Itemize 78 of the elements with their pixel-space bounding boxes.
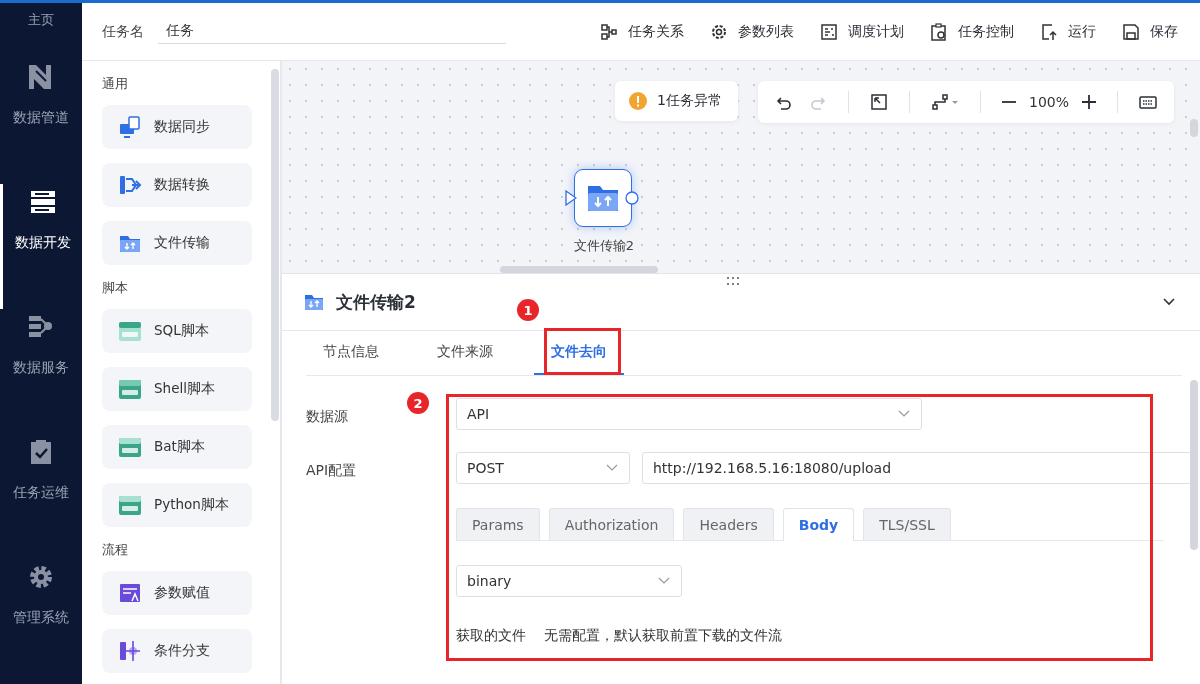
palette-item[interactable]: 条件分支 <box>102 629 252 673</box>
zoom-in-icon <box>1082 95 1096 109</box>
palette-item[interactable]: SQL脚本 <box>102 309 252 353</box>
drag-handle-icon <box>726 276 740 286</box>
dropdown-field[interactable]: POST <box>456 452 630 484</box>
tab[interactable]: Authorization <box>548 508 675 540</box>
nav-item[interactable]: 管理系统 <box>0 559 82 684</box>
folder-icon <box>304 293 324 311</box>
settings-icon <box>710 22 728 41</box>
input-port-icon <box>565 190 577 206</box>
annotation-badge: 2 <box>407 392 429 414</box>
transform-icon <box>118 173 142 197</box>
tab[interactable]: TLS/SSL <box>863 508 951 540</box>
toolbar-button[interactable]: 调度计划 <box>820 22 904 41</box>
branch-icon <box>118 639 142 663</box>
output-port-icon <box>625 191 639 205</box>
script-file-icon <box>118 435 142 459</box>
field-label: 数据源 <box>306 408 348 424</box>
group-title: 流程 <box>102 541 129 559</box>
save-icon <box>1122 22 1140 41</box>
tab[interactable]: 文件来源 <box>420 331 510 375</box>
field-label: API配置 <box>306 462 357 478</box>
tab[interactable]: 文件去向 <box>534 331 624 375</box>
node-label: 文件传输2 <box>573 237 635 255</box>
group-title: 脚本 <box>102 279 129 297</box>
warning-chip[interactable]: 1任务异常 <box>615 81 738 121</box>
dropdown-field[interactable]: API <box>456 398 922 430</box>
nav-item[interactable]: 数据管道 <box>0 59 82 184</box>
nav-item[interactable]: 数据服务 <box>0 309 82 434</box>
field-label: 获取的文件 <box>456 627 526 645</box>
tab[interactable]: Params <box>456 508 540 540</box>
keyboard-icon <box>1139 93 1157 111</box>
panel-title: 文件传输2 <box>336 290 416 314</box>
toolbar-button[interactable]: 保存 <box>1122 22 1178 41</box>
script-file-icon <box>118 493 142 517</box>
settings-icon <box>27 563 55 591</box>
palette-item[interactable]: Shell脚本 <box>102 367 252 411</box>
dropdown-field[interactable]: binary <box>456 565 682 597</box>
export-icon <box>1040 22 1058 41</box>
task-name-label: 任务名 <box>102 22 144 41</box>
palette-item[interactable]: 数据转换 <box>102 163 252 207</box>
tab[interactable]: Headers <box>683 508 774 540</box>
sliders-icon <box>118 581 142 605</box>
scrollbar-thumb[interactable] <box>271 69 279 421</box>
terminal-file-icon <box>118 377 142 401</box>
tab[interactable]: 节点信息 <box>306 331 396 375</box>
warning-icon <box>629 92 648 110</box>
task-node[interactable] <box>574 169 632 227</box>
tab[interactable]: Body <box>782 508 855 541</box>
nav-home-link[interactable]: 主页 <box>0 3 82 59</box>
group-title: 通用 <box>102 75 129 93</box>
scrollbar-thumb[interactable] <box>1190 380 1198 550</box>
zoom-in-button[interactable] <box>1079 93 1099 111</box>
nav-item[interactable]: 任务运维 <box>0 434 82 559</box>
scrollbar-thumb[interactable] <box>500 266 658 273</box>
hint-text: 无需配置，默认获取前置下载的文件流 <box>544 627 782 645</box>
toolbar-button[interactable]: 参数列表 <box>710 22 794 41</box>
monitor-icon <box>118 115 142 139</box>
server-icon <box>28 188 57 216</box>
palette-item[interactable]: 文件传输 <box>102 221 252 265</box>
palette-item[interactable]: 参数赋值 <box>102 571 252 615</box>
palette-item[interactable]: 数据同步 <box>102 105 252 149</box>
zoom-level: 100% <box>1028 94 1069 110</box>
palette-item[interactable]: Bat脚本 <box>102 425 252 469</box>
folder-icon <box>586 183 620 213</box>
scrollbar-thumb[interactable] <box>1190 119 1198 137</box>
url-field[interactable]: http://192.168.5.16:18080/upload <box>642 452 1192 484</box>
toolbar-button[interactable]: 运行 <box>1040 22 1096 41</box>
toolbar-button[interactable]: 任务控制 <box>930 22 1014 41</box>
nav-item[interactable]: 数据开发 <box>0 184 82 309</box>
fit-view-icon <box>869 93 888 111</box>
connector-icon <box>930 93 959 111</box>
palette-item[interactable]: Python脚本 <box>102 483 252 527</box>
code-file-icon <box>118 319 142 343</box>
toolbar-button[interactable]: 任务关系 <box>600 22 684 41</box>
annotation-badge: 1 <box>517 299 539 321</box>
flow-icon <box>600 22 618 41</box>
panel-icon <box>820 22 838 41</box>
